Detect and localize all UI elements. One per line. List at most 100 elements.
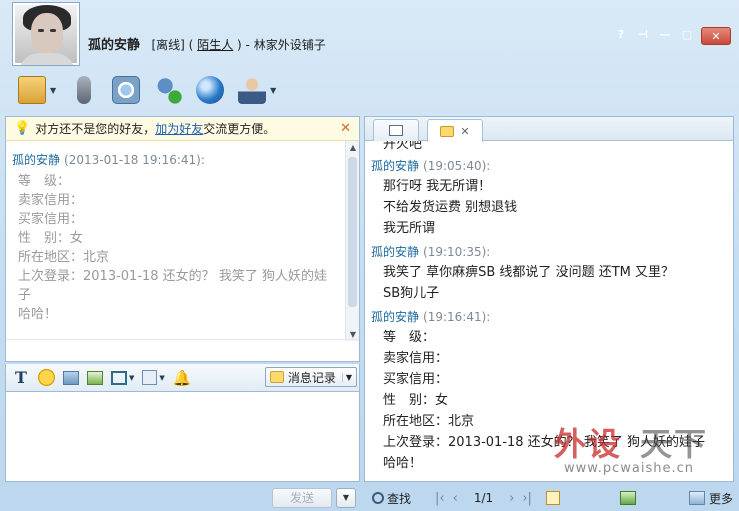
globe-icon [196,76,225,104]
screen-capture-icon[interactable] [111,370,127,385]
dropdown-arrow-icon[interactable]: ▼ [129,374,134,382]
microphone-icon [77,76,92,104]
help-icon[interactable]: ? [613,27,629,41]
watermark-text-red: 外设 [554,425,623,463]
image-icon[interactable] [63,370,79,385]
first-page-icon[interactable]: |‹ [435,491,445,506]
add-contact-button[interactable] [154,76,183,104]
main-toolbar: ▼ ▼ [18,76,276,104]
clipped-line: 开火吧 [371,141,727,153]
close-notice-icon[interactable]: ✕ [340,121,351,136]
dropdown-arrow-icon[interactable]: ▼ [159,374,164,382]
emoticon-icon[interactable] [38,369,55,386]
send-button[interactable]: 发送 [272,488,332,508]
export-icon[interactable] [619,491,636,505]
agent-button[interactable]: ▼ [238,76,276,104]
message-line: 等 级： [383,330,436,345]
message-header: 孤的安静 (19:16:41): [371,308,727,325]
message-header: 孤的安静 (19:05:40): [371,157,727,174]
relation-open: ( [188,38,194,52]
history-nav-bar: 查找 |‹ ‹ 1/1 › ›| 更多 [364,486,739,510]
notice-prefix: 对方还不是您的好友， [35,122,156,136]
window-controls: ? ⊣ — ▢ ✕ [613,27,731,45]
message-header: 孤的安静 (2013-01-18 19:16:41): [12,151,339,168]
pin-icon[interactable]: ⊣ [635,27,651,41]
add-friend-link[interactable]: 加为好友 [155,120,203,137]
sender-name[interactable]: 孤的安静 [371,245,419,259]
scroll-thumb[interactable] [348,157,357,307]
relation-close: ) [237,38,242,52]
message-line: 卖家信用： [18,193,84,208]
web-button[interactable] [196,76,225,104]
last-page-icon[interactable]: ›| [522,491,532,506]
maximize-icon[interactable]: ▢ [679,27,695,41]
message-line: 我笑了 草你麻痹SB 线都说了 没问题 还TM 又里？ [383,265,674,280]
panel-divider [6,339,359,361]
tab-chat[interactable]: ✕ [427,119,483,142]
message-line: 子 [18,288,32,303]
page-nav: |‹ ‹ [435,491,458,506]
message-line: 上次登录：2013-01-18 还女的？ 我笑了 狗人妖的娃 [18,269,327,284]
window-title: 孤的安静 [离线] ( 陌生人 ) - 林家外设铺子 [88,34,326,53]
contact-avatar[interactable] [12,2,80,66]
message-line: 买家信用： [383,372,449,387]
sender-name[interactable]: 孤的安静 [371,159,419,173]
search-icon [372,492,384,504]
message-line: 买家信用： [18,212,84,227]
avatar-eye [38,29,44,32]
message-time: (19:16:41): [423,310,491,324]
folder-send-icon [18,76,46,104]
watermark-text-gray: 天下 [640,425,709,463]
dropdown-arrow-icon[interactable]: ▼ [50,86,56,95]
screenshot-icon[interactable] [87,370,103,385]
calendar-icon[interactable] [142,370,158,385]
message-line: 哈哈！ [18,307,58,322]
close-icon[interactable]: ✕ [701,27,731,45]
sender-name[interactable]: 孤的安静 [12,153,60,167]
avatar-eye [50,29,56,32]
message-input[interactable] [5,392,360,482]
history-label: 消息记录 [287,370,336,385]
notice-suffix: 交流更方便。 [203,122,276,136]
send-options-dropdown[interactable]: ▼ [336,488,356,508]
message-line: 那行呀 我无所谓！ [383,179,492,194]
find-button[interactable]: 查找 [372,490,411,507]
minimize-icon[interactable]: — [657,27,673,41]
tab-profile[interactable] [373,119,419,141]
watermark: 外设 天下 www.pcwaishe.cn [548,419,733,481]
message-history-button[interactable]: 消息记录 ▼ [264,367,357,387]
clipped-line-text: 开火吧 [383,141,423,152]
contact-status: [离线] [151,38,185,52]
profile-card-icon [389,125,403,136]
history-icon [269,371,284,383]
close-tab-icon[interactable]: ✕ [460,125,469,138]
sender-name[interactable]: 孤的安静 [371,310,419,324]
bell-icon[interactable]: 🔔 [172,369,191,387]
scroll-down-icon[interactable]: ▼ [346,330,360,339]
chevron-down-icon[interactable]: ▼ [341,372,352,382]
prev-page-icon[interactable]: ‹ [453,491,458,506]
calendar-icon[interactable] [545,491,560,505]
send-file-button[interactable]: ▼ [18,76,56,104]
scroll-up-icon[interactable]: ▲ [346,143,360,152]
more-button[interactable]: 更多 [688,490,733,507]
left-scrollbar[interactable]: ▲ ▼ [345,141,359,341]
avatar-face [31,13,63,53]
voice-button[interactable] [70,76,98,104]
contact-info-panel: 💡 对方还不是您的好友， 加为好友 交流更方便。 ✕ 孤的安静 (2013-01-… [5,116,360,362]
avatar-shirt [19,53,75,65]
message-line: 性 别：女 [383,393,449,408]
title-dash: - [245,38,250,52]
message-line: 所在地区：北京 [18,250,110,265]
input-toolbar: T ▼ ▼ 🔔 消息记录 ▼ [5,364,360,392]
relation-link[interactable]: 陌生人 [197,38,233,52]
font-icon[interactable]: T [12,368,30,387]
video-button[interactable] [112,76,141,104]
contact-name[interactable]: 孤的安静 [88,38,140,53]
watermark-url: www.pcwaishe.cn [564,461,694,476]
message-line: 性 别：女 [18,231,84,246]
message-block: 孤的安静 (19:05:40): 那行呀 我无所谓！ 不给发货运费 别想退钱 我无… [371,157,727,239]
page-indicator: 1/1 [473,491,494,505]
next-page-icon[interactable]: › [509,491,514,506]
dropdown-arrow-icon[interactable]: ▼ [270,86,276,95]
